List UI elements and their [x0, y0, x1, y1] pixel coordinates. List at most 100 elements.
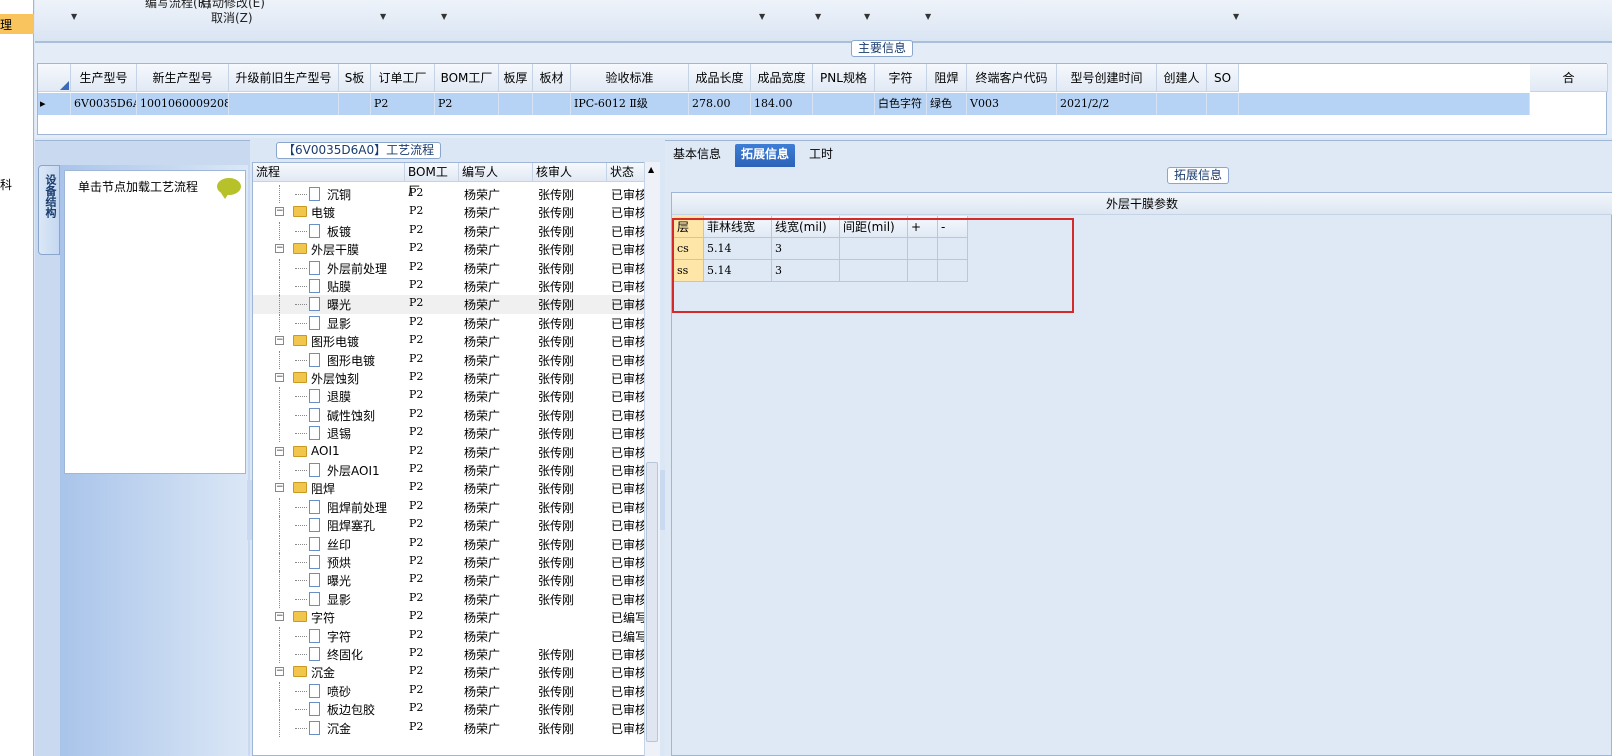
grid-header-cell[interactable]: 字符 — [875, 64, 927, 92]
tree-row[interactable]: 沉金 P2 杨荣广 张传刚 已审核 — [253, 718, 647, 737]
collapse-icon[interactable]: − — [275, 667, 284, 677]
grid-header-cell[interactable]: 创建人 — [1157, 64, 1207, 92]
tree-row[interactable]: 显影 P2 杨荣广 张传刚 已审核 — [253, 313, 647, 332]
scroll-up-icon[interactable]: ▲ — [648, 165, 654, 174]
tree-header-cell[interactable]: 状态 — [607, 163, 647, 182]
grid-cell[interactable]: V003 — [967, 93, 1057, 115]
grid-header-cell[interactable]: 验收标准 — [571, 64, 689, 92]
grid-header-cell[interactable]: 生产型号 — [71, 64, 137, 92]
dropdown-arrow-icon[interactable]: ▼ — [380, 12, 386, 21]
tree-row[interactable]: − 字符 P2 杨荣广 已编写 — [253, 608, 647, 626]
grid-header-cell[interactable]: 成品宽度 — [751, 64, 813, 92]
tab-basic-info[interactable]: 基本信息 — [667, 144, 727, 167]
grid-cell[interactable]: 184.00 — [751, 93, 813, 115]
grid-header-cell[interactable]: 成品长度 — [689, 64, 751, 92]
tab-extended-info[interactable]: 拓展信息 — [735, 144, 796, 167]
grid-cell[interactable]: P2 — [371, 93, 435, 115]
grid-header-cell[interactable]: SO — [1207, 64, 1239, 92]
tree-header-cell[interactable]: 流程 — [253, 163, 405, 182]
tree-row[interactable]: − 图形电镀 P2 杨荣广 张传刚 已审核 — [253, 332, 647, 350]
collapse-icon[interactable]: − — [275, 336, 284, 346]
grid-header-right[interactable]: 合 — [1530, 64, 1608, 92]
grid-header-cell[interactable]: PNL规格 — [813, 64, 875, 92]
tree-row[interactable]: 预烘 P2 杨荣广 张传刚 已审核 — [253, 553, 647, 571]
tree-row[interactable]: 板边包胶 P2 杨荣广 张传刚 已审核 — [253, 700, 647, 719]
tree-row[interactable]: 终固化 P2 杨荣广 张传刚 已审核 — [253, 645, 647, 663]
grid-cell[interactable] — [499, 93, 533, 115]
collapse-icon[interactable]: − — [275, 483, 284, 493]
grid-cell[interactable]: 2021/2/2 — [1057, 93, 1157, 115]
grid-cell[interactable]: P2 — [435, 93, 499, 115]
tree-row[interactable]: 退膜 P2 杨荣广 张传刚 已审核 — [253, 387, 647, 406]
left-strip-item-1[interactable]: 理 — [0, 16, 12, 33]
grid-cell[interactable]: 绿色 — [927, 93, 967, 115]
collapse-icon[interactable]: − — [275, 207, 284, 217]
cancel-menu[interactable]: 取消(Z) — [211, 9, 253, 26]
tree-row[interactable]: 沉铜 P2 杨荣广 张传刚 已审核 — [253, 185, 647, 203]
tree-row[interactable]: 阻焊塞孔 P2 杨荣广 张传刚 已审核 — [253, 516, 647, 535]
tree-row[interactable]: − 电镀 P2 杨荣广 张传刚 已审核 — [253, 203, 647, 221]
grid-cell[interactable]: 6V0035D6A0 — [71, 93, 137, 115]
tab-work-hours[interactable]: 工时 — [803, 144, 839, 167]
grid-cell[interactable] — [533, 93, 571, 115]
grid-cell[interactable] — [339, 93, 371, 115]
tree-row[interactable]: − 外层蚀刻 P2 杨荣广 张传刚 已审核 — [253, 369, 647, 387]
tree-header-cell[interactable]: 编写人 — [459, 163, 533, 182]
tree-row[interactable]: − AOI1 P2 杨荣广 张传刚 已审核 — [253, 443, 647, 461]
tree-row[interactable]: − 阻焊 P2 杨荣广 张传刚 已审核 — [253, 479, 647, 497]
tree-row[interactable]: 退锡 P2 杨荣广 张传刚 已审核 — [253, 424, 647, 443]
grid-cell[interactable] — [1207, 93, 1239, 115]
grid-header-cell[interactable]: 板材 — [533, 64, 571, 92]
row-indicator-icon[interactable]: ▸ — [38, 93, 71, 115]
tree-row[interactable]: 喷砂 P2 杨荣广 张传刚 已审核 — [253, 681, 647, 700]
grid-header-cell[interactable]: 订单工厂 — [371, 64, 435, 92]
grid-cell[interactable]: 278.00 — [689, 93, 751, 115]
tree-scroll-thumb[interactable] — [646, 462, 658, 742]
grid-cell[interactable] — [1157, 93, 1207, 115]
left-strip-item-2[interactable]: 科 — [0, 176, 12, 193]
collapse-icon[interactable]: − — [275, 446, 284, 456]
dropdown-arrow-icon[interactable]: ▼ — [864, 12, 870, 21]
dropdown-arrow-icon[interactable]: ▼ — [71, 12, 77, 21]
tree-row[interactable]: 字符 P2 杨荣广 已编写 — [253, 626, 647, 645]
tree-row[interactable]: 碱性蚀刻 P2 杨荣广 张传刚 已审核 — [253, 405, 647, 424]
collapse-icon[interactable]: − — [275, 612, 284, 622]
tree-row[interactable]: 图形电镀 P2 杨荣广 张传刚 已审核 — [253, 350, 647, 369]
grid-cell[interactable]: IPC-6012 Ⅱ级 — [571, 93, 689, 115]
tree-row[interactable]: − 外层干膜 P2 杨荣广 张传刚 已审核 — [253, 240, 647, 258]
tree-row[interactable]: 外层前处理 P2 杨荣广 张传刚 已审核 — [253, 258, 647, 277]
grid-header-cell[interactable]: 升级前旧生产型号 — [229, 64, 339, 92]
tree-row[interactable]: 曝光 P2 杨荣广 张传刚 已审核 — [253, 571, 647, 590]
grid-cell[interactable]: 10010600092087 — [137, 93, 229, 115]
tree-row[interactable]: 贴膜 P2 杨荣广 张传刚 已审核 — [253, 277, 647, 295]
tree-row[interactable]: 显影 P2 杨荣广 张传刚 已审核 — [253, 589, 647, 608]
grid-header-cell[interactable]: 终端客户代码 — [967, 64, 1057, 92]
grid-header-cell[interactable]: 新生产型号 — [137, 64, 229, 92]
grid-cell[interactable]: 白色字符 — [875, 93, 927, 115]
structure-tree-area[interactable] — [64, 170, 246, 474]
grid-header-cell[interactable]: 阻焊 — [927, 64, 967, 92]
tree-row[interactable]: 阻焊前处理 P2 杨荣广 张传刚 已审核 — [253, 497, 647, 516]
grid-header-cell[interactable]: 型号创建时间 — [1057, 64, 1157, 92]
tree-row[interactable]: 曝光 P2 杨荣广 张传刚 已审核 — [253, 295, 647, 314]
dropdown-arrow-icon[interactable]: ▼ — [925, 12, 931, 21]
dropdown-arrow-icon[interactable]: ▼ — [1233, 12, 1239, 21]
collapse-icon[interactable]: − — [275, 373, 284, 382]
grid-header-cell[interactable]: 板厚 — [499, 64, 533, 92]
tree-row[interactable]: − 沉金 P2 杨荣广 张传刚 已审核 — [253, 663, 647, 681]
tree-row[interactable]: 丝印 P2 杨荣广 张传刚 已审核 — [253, 534, 647, 553]
tree-row[interactable]: 板镀 P2 杨荣广 张传刚 已审核 — [253, 221, 647, 240]
tree-row[interactable]: 外层AOI1 P2 杨荣广 张传刚 已审核 — [253, 461, 647, 479]
tree-header-cell[interactable]: 核审人 — [533, 163, 607, 182]
dropdown-arrow-icon[interactable]: ▼ — [759, 12, 765, 21]
tree-header-cell[interactable]: BOM工厂 — [405, 163, 459, 198]
dropdown-arrow-icon[interactable]: ▼ — [815, 12, 821, 21]
structure-vertical-tab[interactable]: 设备结构 — [38, 165, 60, 255]
grid-cell[interactable] — [813, 93, 875, 115]
dropdown-arrow-icon[interactable]: ▼ — [441, 12, 447, 21]
grid-header-cell[interactable]: S板 — [339, 64, 371, 92]
grid-cell[interactable] — [229, 93, 339, 115]
comment-bubble-icon[interactable] — [217, 178, 241, 199]
grid-header-cell[interactable]: BOM工厂 — [435, 64, 499, 92]
collapse-icon[interactable]: − — [275, 244, 284, 254]
